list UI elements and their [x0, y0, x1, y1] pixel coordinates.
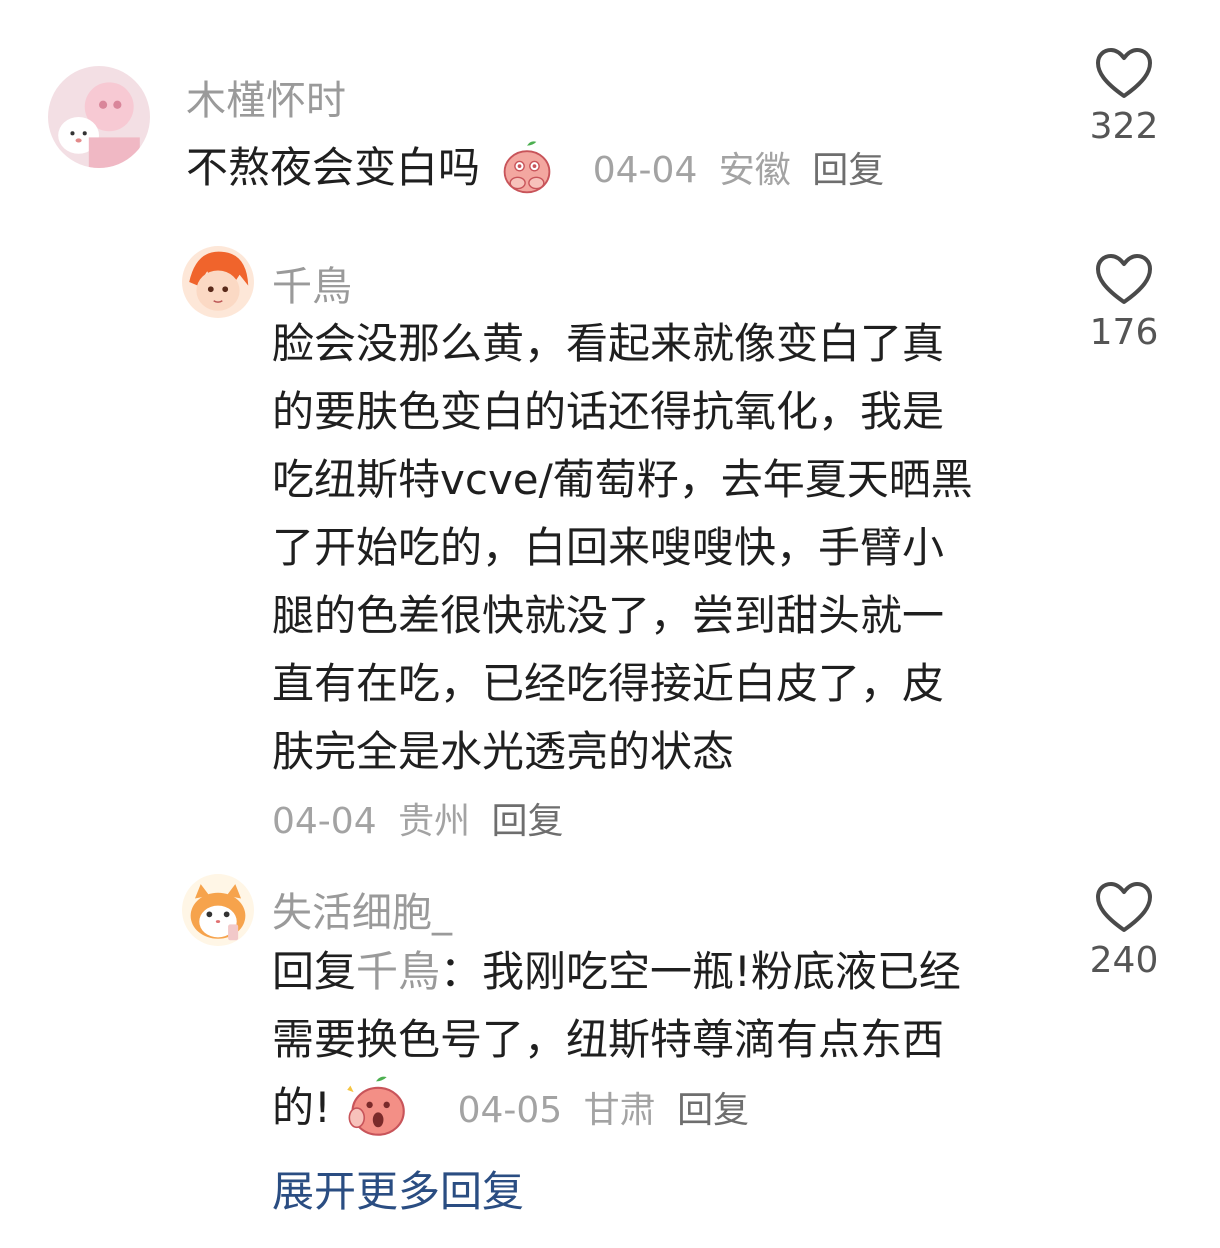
comment-line: 腿的色差很快就没了，尝到甜头就一	[272, 591, 945, 640]
comment-location: 贵州	[398, 801, 471, 842]
heart-icon	[1096, 882, 1152, 932]
username[interactable]: 千鳥	[272, 254, 352, 312]
comment-text: 脸会没那么黄，看起来就像变白了真 的要肤色变白的话还得抗氧化，我是 吃纽斯特vc…	[272, 310, 973, 786]
like-count: 322	[1089, 106, 1159, 147]
comment-line-rest: 我刚吃空一瓶!粉底液已经	[482, 947, 961, 996]
comment-text: 不熬夜会变白吗 04-04 安徽 回复	[186, 140, 884, 199]
reply-button[interactable]: 回复	[812, 150, 884, 191]
peach-hands-face-emoji	[499, 140, 555, 196]
avatar[interactable]	[182, 874, 254, 946]
peach-shocked-face-emoji	[344, 1075, 408, 1139]
like-count: 240	[1089, 940, 1159, 981]
reply-button[interactable]: 回复	[677, 1090, 749, 1131]
mention-link[interactable]: 千鳥	[356, 947, 440, 996]
comment-meta: 04-04 安徽 回复	[593, 150, 885, 191]
comment-line: 直有在吃，已经吃得接近白皮了，皮	[272, 659, 945, 708]
comment-line: 吃纽斯特vcve/葡萄籽，去年夏天晒黑	[272, 455, 973, 504]
reply-prefix: 回复	[272, 947, 357, 996]
like-button[interactable]: 240	[1074, 880, 1174, 981]
heart-icon	[1096, 48, 1152, 98]
comment-date: 04-04	[272, 801, 377, 842]
like-button[interactable]: 322	[1074, 46, 1174, 147]
comment-date: 04-04	[592, 150, 698, 191]
comment-location: 甘肃	[583, 1090, 656, 1131]
comment-line: 回复千鳥：我刚吃空一瓶!粉底液已经	[272, 938, 961, 1006]
comment-text: 回复千鳥：我刚吃空一瓶!粉底液已经 需要换色号了，纽斯特尊滴有点东西 的! 04…	[272, 938, 961, 1145]
avatar[interactable]	[182, 246, 254, 318]
comment-line-end: 的!	[272, 1083, 331, 1132]
comment-line: 肤完全是水光透亮的状态	[272, 727, 735, 776]
avatar[interactable]	[48, 66, 150, 168]
comment-meta: 04-05 甘肃 回复	[458, 1090, 750, 1131]
comment-line: 了开始吃的，白回来嗖嗖快，手臂小	[272, 523, 945, 572]
reply-button[interactable]: 回复	[492, 801, 564, 842]
like-button[interactable]: 176	[1074, 252, 1174, 353]
comment-date: 04-05	[457, 1090, 563, 1131]
comment-location: 安徽	[718, 150, 791, 191]
comment-line: 的要肤色变白的话还得抗氧化，我是	[272, 387, 945, 436]
comment-text-content: 不熬夜会变白吗	[186, 143, 481, 192]
comment-line: 的! 04-05 甘肃 回复	[272, 1074, 961, 1145]
reply-colon: ：	[440, 947, 483, 996]
comment-meta: 04-04 贵州 回复	[272, 792, 564, 844]
username[interactable]: 木槿怀时	[186, 68, 346, 126]
heart-icon	[1096, 254, 1152, 304]
comment-line: 脸会没那么黄，看起来就像变白了真	[272, 319, 945, 368]
expand-more-replies-button[interactable]: 展开更多回复	[272, 1158, 524, 1219]
comment-line: 需要换色号了，纽斯特尊滴有点东西	[272, 1015, 945, 1064]
username[interactable]: 失活细胞_	[272, 880, 452, 938]
like-count: 176	[1089, 312, 1159, 353]
